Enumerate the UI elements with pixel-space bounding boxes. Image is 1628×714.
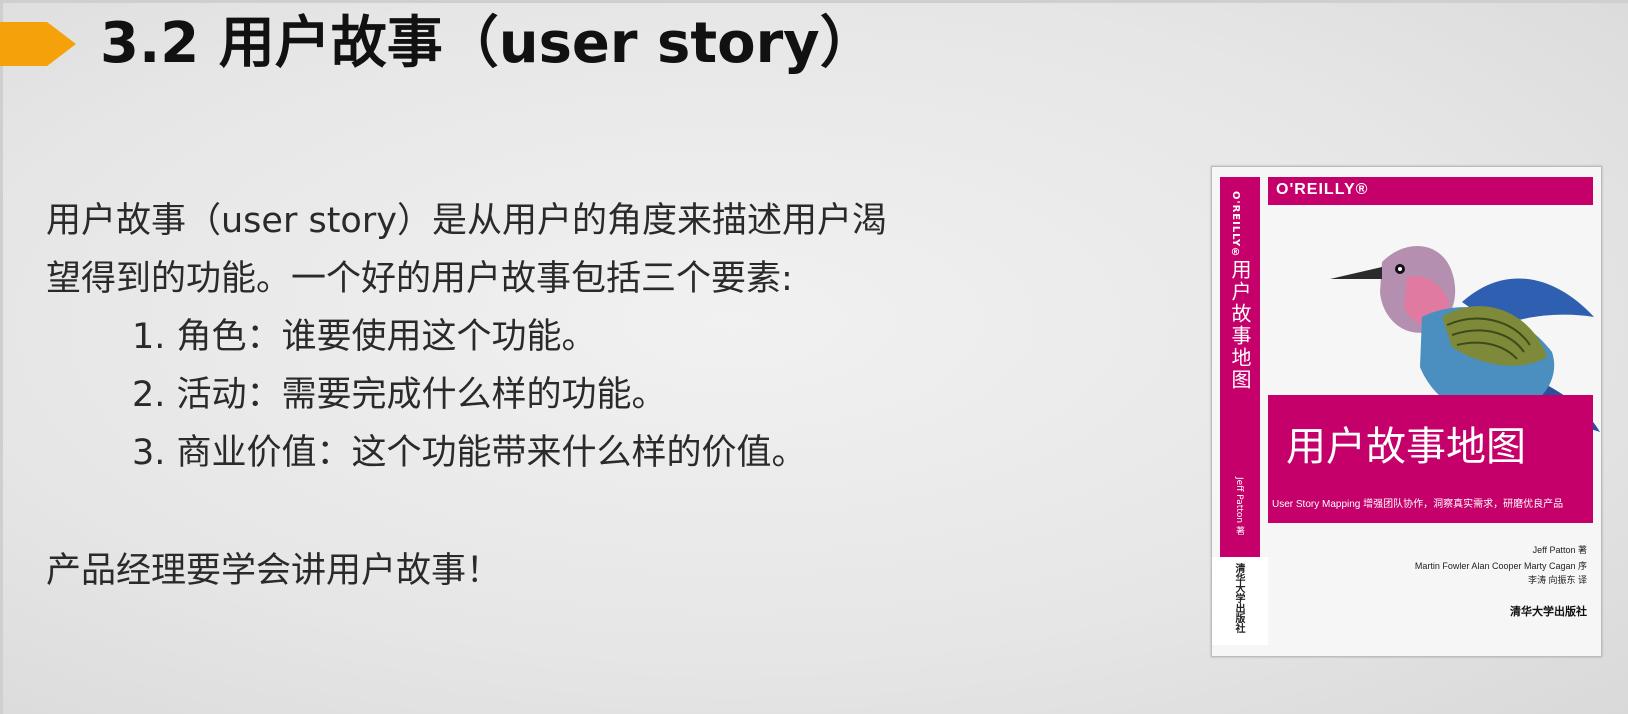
oreilly-logo: O'REILLY® [1276,181,1369,198]
cover-brand-bar: O'REILLY® [1268,177,1593,205]
cover-publisher: 清华大学出版社 [1510,605,1587,618]
spine-author: Jeff Patton 著 [1234,477,1244,535]
top-edge [0,0,1628,3]
cover-title: 用户故事地图 [1286,424,1526,470]
slide-body: 用户故事（user story）是从用户的角度来描述用户渴 望得到的功能。一个好… [46,192,1086,600]
credit-author: Jeff Patton 著 [1532,545,1587,555]
spine-brand: O'REILLY® [1230,191,1241,260]
book-spine: O'REILLY® 用户故事地图 Jeff Patton 著 清华大学出版社 [1212,177,1268,645]
book-cover-image: O'REILLY® 用户故事地图 Jeff Patton 著 清华大学出版社 O… [1211,166,1602,657]
credit-preface: Martin Fowler Alan Cooper Marty Cagan 序 [1414,561,1587,571]
title-arrow-marker [0,22,76,66]
list-item: 3. 商业价值：这个功能带来什么样的价值。 [132,433,807,473]
spine-publisher: 清华大学出版社 [1233,563,1244,633]
spine-publisher-box: 清华大学出版社 [1212,557,1268,645]
elements-list: 1. 角色：谁要使用这个功能。 2. 活动：需要完成什么样的功能。 3. 商业价… [46,308,1086,482]
slide-title: 3.2 用户故事（user story） [100,11,876,76]
cover-subtitle: User Story Mapping 增强团队协作，洞察真实需求，研磨优良产品 [1272,499,1564,510]
intro-line-2: 望得到的功能。一个好的用户故事包括三个要素: [46,259,793,299]
intro-line-1: 用户故事（user story）是从用户的角度来描述用户渴 [46,201,887,241]
cover-title-bar: 用户故事地图 User Story Mapping 增强团队协作，洞察真实需求，… [1268,395,1593,523]
spine-title: 用户故事地图 [1228,259,1252,391]
list-item: 2. 活动：需要完成什么样的功能。 [132,375,667,415]
credit-translator: 李涛 向振东 译 [1527,575,1587,585]
closing-line: 产品经理要学会讲用户故事！ [46,551,502,591]
list-item: 1. 角色：谁要使用这个功能。 [132,317,597,357]
left-edge [0,0,3,714]
